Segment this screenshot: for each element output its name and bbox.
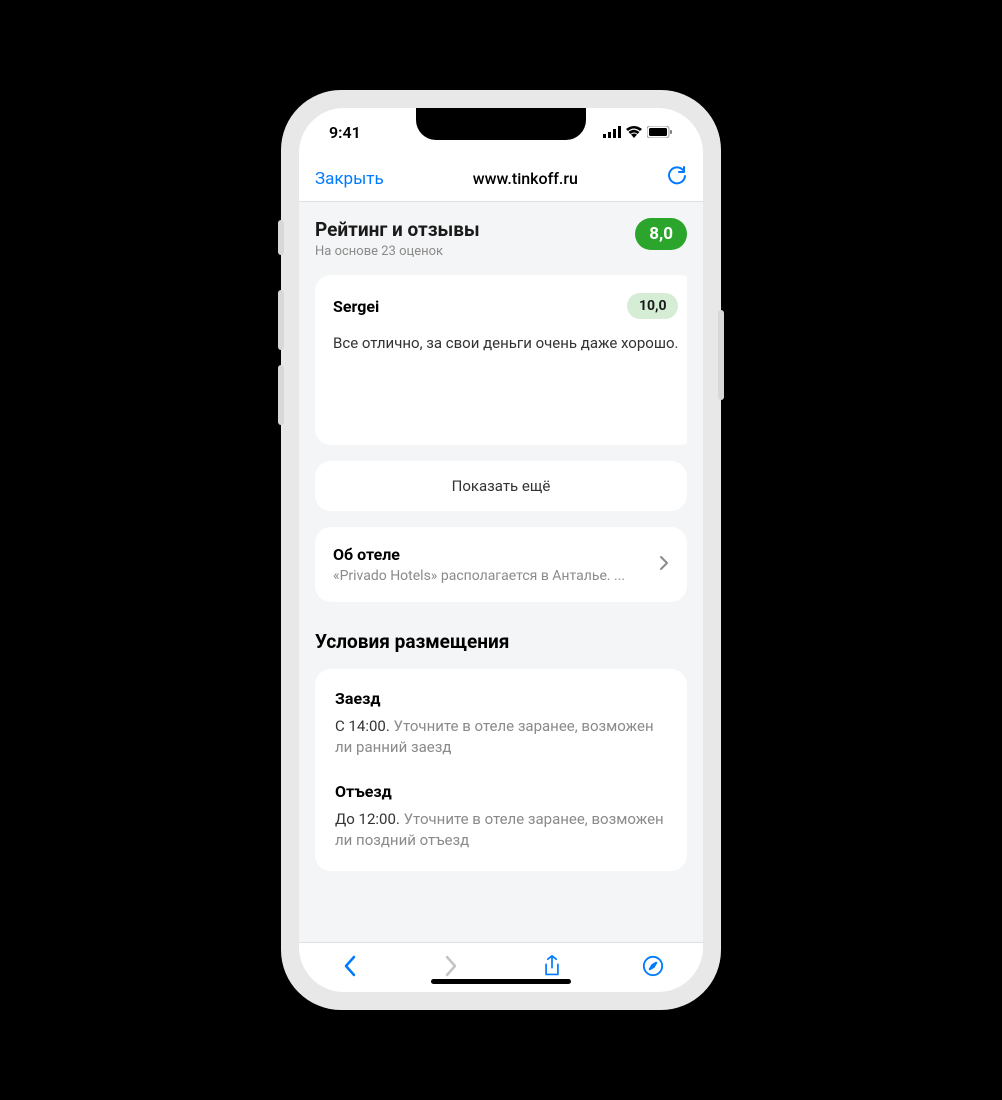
- chevron-right-icon: [659, 555, 669, 575]
- checkout-item: Отъезд До 12:00. Уточните в отеле заране…: [335, 782, 667, 851]
- checkin-item: Заезд С 14:00. Уточните в отеле заранее,…: [335, 689, 667, 758]
- forward-icon: [440, 955, 462, 977]
- phone-frame: 9:41 Закрыть www.tinkoff.ru Рейтинг и от…: [281, 90, 721, 1010]
- close-button[interactable]: Закрыть: [315, 169, 384, 189]
- screen: 9:41 Закрыть www.tinkoff.ru Рейтинг и от…: [299, 108, 703, 992]
- review-card[interactable]: Sergei 10,0 Все отлично, за свои деньги …: [315, 275, 687, 445]
- rating-subtitle: На основе 23 оценок: [315, 244, 480, 259]
- review-text: Все отлично, за свои деньги очень даже х…: [333, 333, 678, 354]
- checkout-label: Отъезд: [335, 782, 667, 801]
- reload-icon: [667, 166, 687, 188]
- browser-header: Закрыть www.tinkoff.ru: [299, 156, 703, 202]
- reviews-row[interactable]: Sergei 10,0 Все отлично, за свои деньги …: [315, 275, 687, 445]
- conditions-title: Условия размещения: [315, 630, 687, 653]
- conditions-card: Заезд С 14:00. Уточните в отеле заранее,…: [315, 669, 687, 871]
- content-area[interactable]: Рейтинг и отзывы На основе 23 оценок 8,0…: [299, 202, 703, 942]
- battery-icon: [647, 126, 673, 138]
- share-button[interactable]: [541, 955, 563, 981]
- signal-icon: [603, 126, 621, 138]
- forward-button[interactable]: [440, 955, 462, 981]
- back-button[interactable]: [339, 955, 361, 981]
- notch: [416, 108, 586, 140]
- about-hotel-card[interactable]: Об отеле «Privado Hotels» располагается …: [315, 527, 687, 602]
- power-button: [718, 310, 724, 400]
- volume-down-button: [278, 365, 284, 425]
- about-title: Об отеле: [333, 545, 651, 564]
- review-author: Sergei: [333, 297, 379, 316]
- share-icon: [541, 955, 563, 977]
- about-desc: «Privado Hotels» располагается в Анталье…: [333, 568, 651, 584]
- home-indicator[interactable]: [431, 979, 571, 984]
- checkout-text: До 12:00. Уточните в отеле заранее, возм…: [335, 809, 667, 851]
- rating-title: Рейтинг и отзывы: [315, 218, 480, 241]
- safari-icon: [642, 955, 664, 977]
- rating-badge: 8,0: [635, 218, 687, 250]
- status-icons: [603, 126, 673, 138]
- checkin-label: Заезд: [335, 689, 667, 708]
- browser-toolbar: [299, 942, 703, 992]
- status-time: 9:41: [329, 123, 361, 142]
- rating-header: Рейтинг и отзывы На основе 23 оценок 8,0: [315, 218, 687, 259]
- back-icon: [339, 955, 361, 977]
- show-more-button[interactable]: Показать ещё: [315, 461, 687, 511]
- review-score: 10,0: [627, 293, 679, 319]
- volume-up-button: [278, 290, 284, 350]
- url-text: www.tinkoff.ru: [473, 169, 578, 188]
- reload-button[interactable]: [667, 166, 687, 192]
- checkin-text: С 14:00. Уточните в отеле заранее, возмо…: [335, 716, 667, 758]
- wifi-icon: [626, 126, 642, 138]
- safari-button[interactable]: [642, 955, 664, 981]
- mute-switch: [278, 220, 284, 255]
